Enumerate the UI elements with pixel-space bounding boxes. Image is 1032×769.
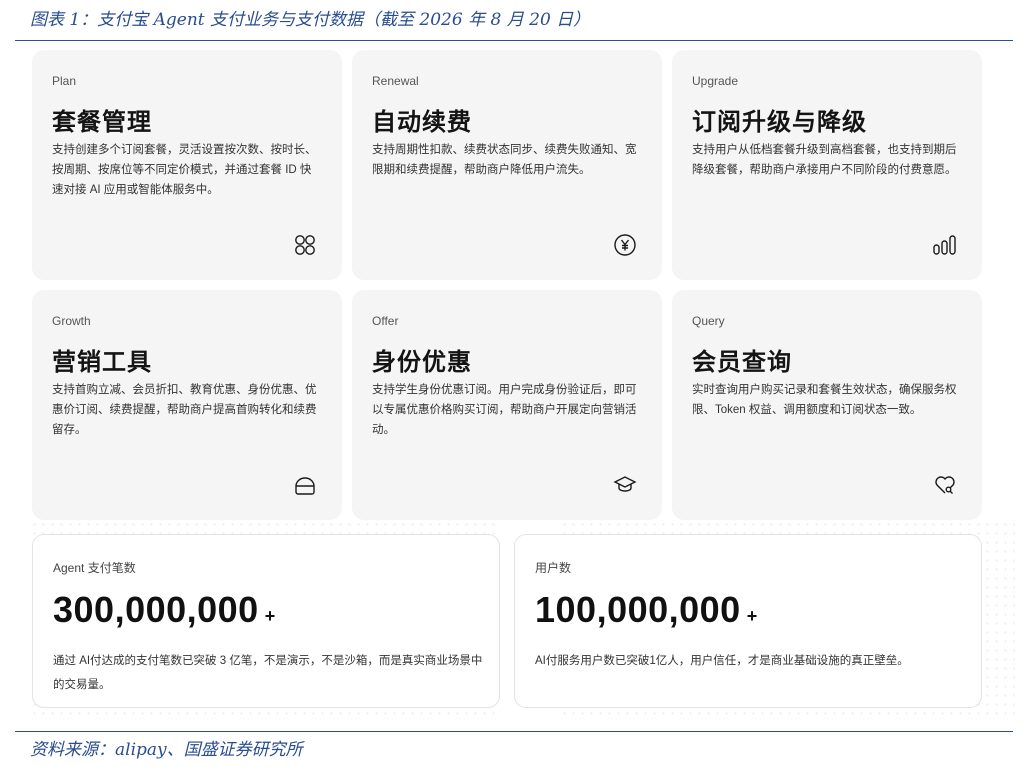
half-circle-box-icon (292, 472, 318, 498)
card-title: 自动续费 (372, 109, 472, 136)
graduation-cap-icon (612, 472, 638, 498)
four-circles-icon (292, 232, 318, 258)
card-description: 支持首购立减、会员折扣、教育优惠、身份优惠、优惠价订阅、续费提醒，帮助商户提高首… (52, 384, 317, 436)
stat-card-payments: Agent 支付笔数 300,000,000 + 通过 AI付达成的支付笔数已突… (32, 534, 500, 708)
source-note: 资料来源：alipay、国盛证券研究所 (30, 740, 303, 760)
stat-plus: + (746, 606, 758, 626)
feature-card-plan: Plan 套餐管理 支持创建多个订阅套餐，灵活设置按次数、按时长、按周期、按席位… (32, 50, 342, 280)
card-description: 支持周期性扣款、续费状态同步、续费失败通知、宽限期和续费提醒，帮助商户降低用户流… (372, 144, 637, 176)
feature-card-upgrade: Upgrade 订阅升级与降级 支持用户从低档套餐升级到高档套餐，也支持到期后降… (672, 50, 982, 280)
card-tag: Plan (52, 74, 77, 88)
card-title: 会员查询 (692, 349, 792, 376)
stat-description: AI付服务用户数已突破1亿人，用户信任，才是商业基础设施的真正壁垒。 (535, 655, 909, 667)
card-description: 实时查询用户购买记录和套餐生效状态，确保服务权限、Token 权益、调用额度和订… (692, 384, 957, 416)
top-divider (15, 40, 1013, 41)
stat-label: Agent 支付笔数 (53, 561, 136, 575)
card-title: 订阅升级与降级 (692, 109, 867, 136)
card-description: 支持用户从低档套餐升级到高档套餐，也支持到期后降级套餐，帮助商户承接用户不同阶段… (692, 144, 957, 176)
feature-card-renewal: Renewal 自动续费 支持周期性扣款、续费状态同步、续费失败通知、宽限期和续… (352, 50, 662, 280)
feature-card-growth: Growth 营销工具 支持首购立减、会员折扣、教育优惠、身份优惠、优惠价订阅、… (32, 290, 342, 520)
bar-levels-icon (932, 232, 958, 258)
stat-card-users: 用户数 100,000,000 + AI付服务用户数已突破1亿人，用户信任，才是… (514, 534, 982, 708)
feature-card-offer: Offer 身份优惠 支持学生身份优惠订阅。用户完成身份验证后，即可以专属优惠价… (352, 290, 662, 520)
yuan-coin-icon (612, 232, 638, 258)
figure-caption: 图表 1：支付宝 Agent 支付业务与支付数据（截至 2026 年 8 月 2… (30, 10, 591, 30)
card-title: 套餐管理 (52, 109, 152, 136)
card-title: 营销工具 (52, 349, 152, 376)
card-description: 支持学生身份优惠订阅。用户完成身份验证后，即可以专属优惠价格购买订阅，帮助商户开… (372, 384, 637, 436)
stat-value: 300,000,000 (53, 589, 259, 630)
card-tag: Upgrade (692, 74, 739, 88)
stat-description: 通过 AI付达成的支付笔数已突破 3 亿笔，不是演示，不是沙箱，而是真实商业场景… (53, 655, 483, 691)
stat-label: 用户数 (535, 561, 572, 575)
card-tag: Offer (372, 314, 399, 328)
card-tag: Query (692, 314, 725, 328)
card-tag: Renewal (372, 74, 419, 88)
stat-value: 100,000,000 (535, 589, 741, 630)
bottom-divider (15, 731, 1013, 732)
card-tag: Growth (52, 314, 91, 328)
stat-plus: + (264, 606, 276, 626)
feature-card-query: Query 会员查询 实时查询用户购买记录和套餐生效状态，确保服务权限、Toke… (672, 290, 982, 520)
card-title: 身份优惠 (372, 349, 472, 376)
heart-search-icon (932, 472, 958, 498)
card-description: 支持创建多个订阅套餐，灵活设置按次数、按时长、按周期、按席位等不同定价模式，并通… (52, 144, 317, 196)
